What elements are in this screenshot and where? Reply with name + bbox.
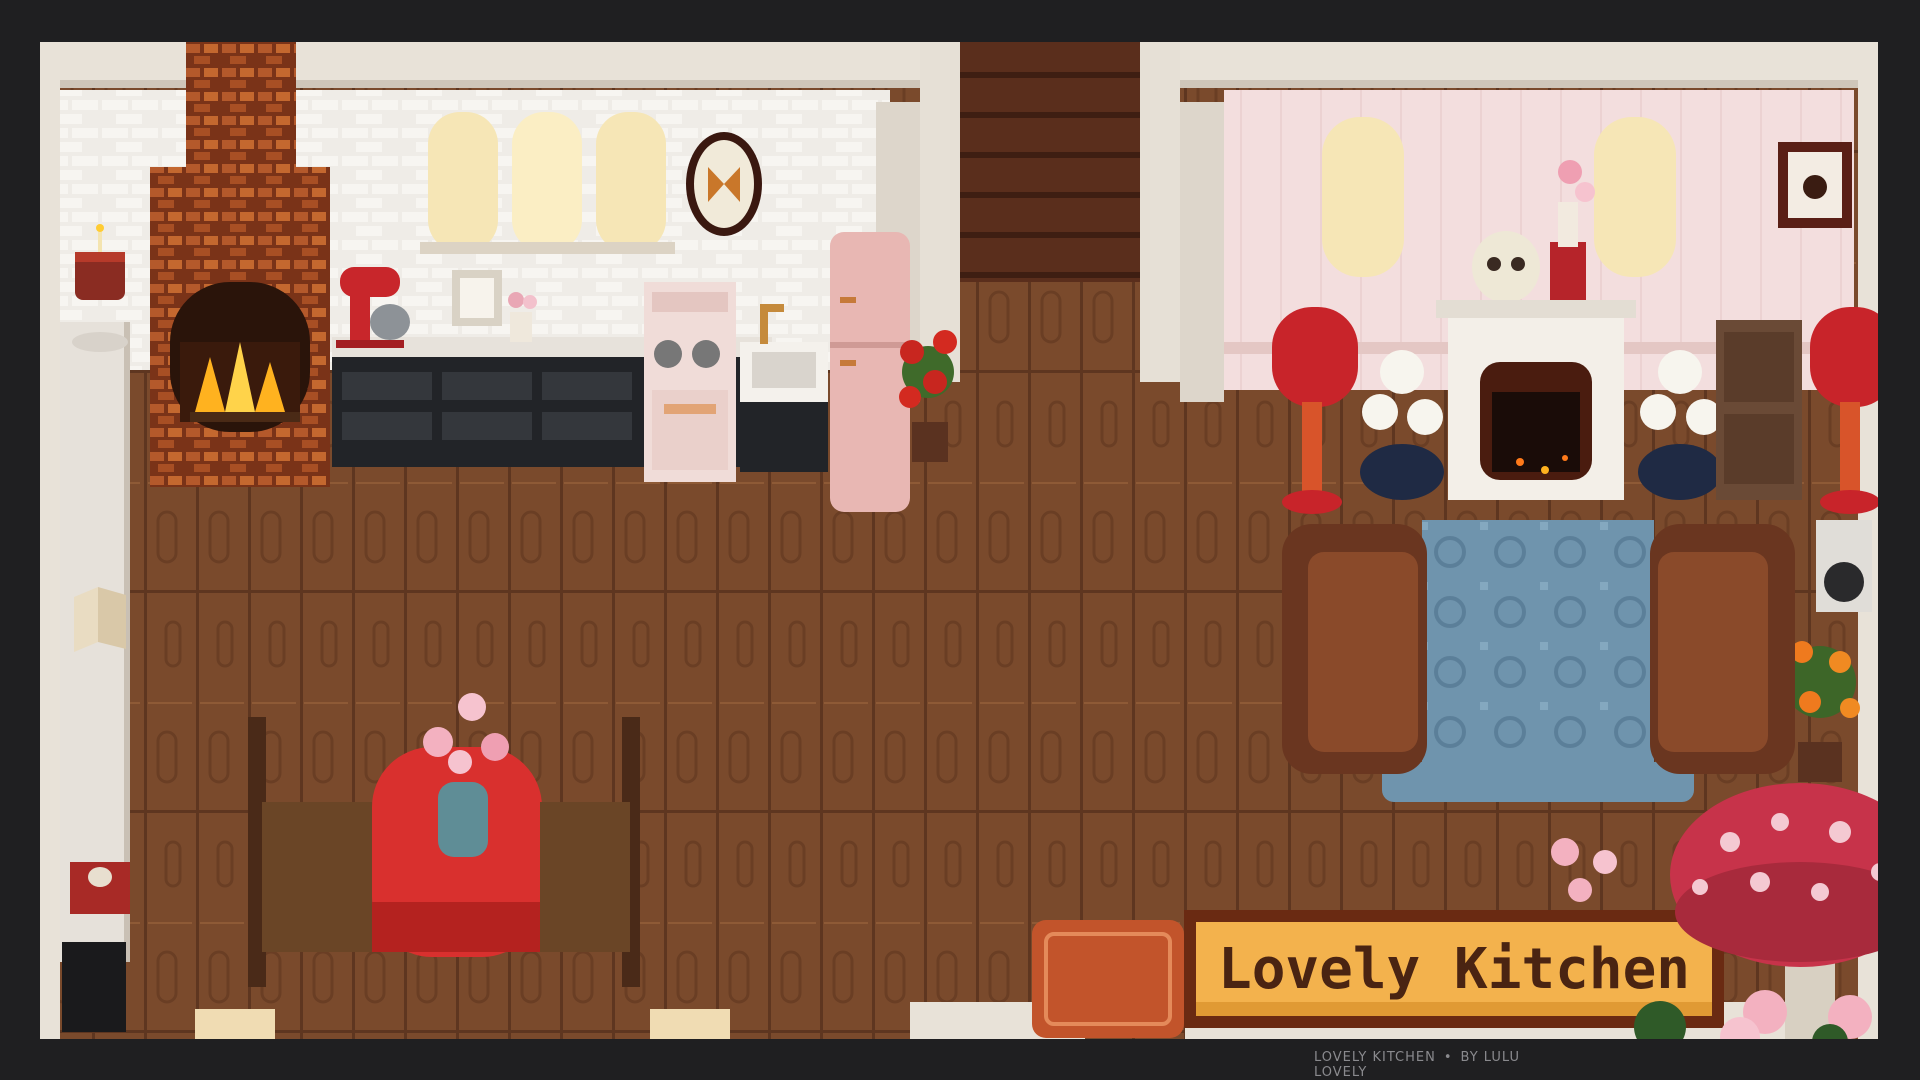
banner-title: Lovely Kitchen	[1217, 937, 1690, 1002]
skull-icon	[1472, 231, 1540, 303]
rug-icon	[1422, 520, 1654, 790]
stove-icon	[644, 282, 736, 482]
left-wall	[40, 42, 60, 1039]
fireplace-icon	[1436, 300, 1636, 500]
book-icon	[74, 587, 126, 652]
record-player-icon	[1816, 520, 1872, 612]
credit-line: LOVELY KITCHEN • BY LULU LOVELY	[1314, 1050, 1574, 1080]
butterfly-frame-icon	[686, 132, 762, 236]
game-scene: Lovely Kitchen	[40, 42, 1878, 1039]
credit-title: LOVELY KITCHEN	[1314, 1050, 1436, 1065]
picture-frame-icon	[1778, 142, 1852, 228]
picture-frame-icon	[70, 862, 130, 914]
window-icon	[420, 112, 675, 254]
fridge-icon	[830, 232, 910, 512]
credit-separator: •	[1443, 1050, 1453, 1065]
